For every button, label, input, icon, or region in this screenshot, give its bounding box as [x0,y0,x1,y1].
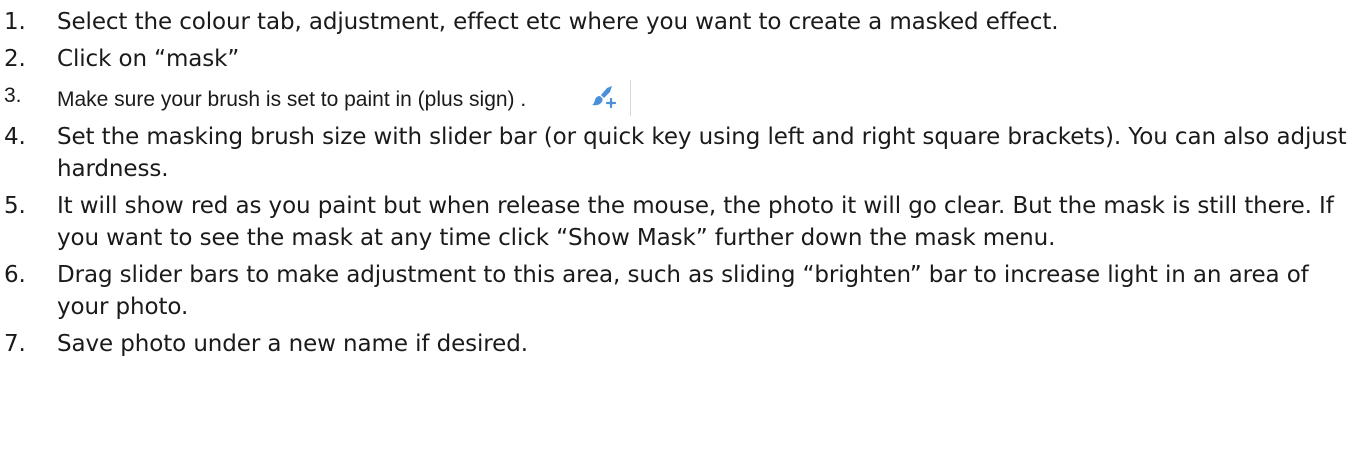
instruction-list: 1. Select the colour tab, adjustment, ef… [0,6,1350,365]
step-number: 5. [4,193,26,219]
step-text: Set the masking brush size with slider b… [57,124,1347,182]
step-7: 7. Save photo under a new name if desire… [0,328,1350,360]
step-text: Make sure your brush is set to paint in … [57,88,527,111]
paint-in-brush-button[interactable] [584,80,632,116]
step-3: 3. Make sure your brush is set to paint … [0,80,1350,116]
step-number: 6. [4,262,26,288]
step-text: Click on “mask” [57,46,240,72]
step-2: 2. Click on “mask” [0,43,1350,75]
step-number: 1. [4,9,26,35]
step-number: 4. [4,124,26,150]
step-text: Select the colour tab, adjustment, effec… [57,9,1059,35]
brush-plus-icon [592,86,617,109]
step-text: Save photo under a new name if desired. [57,331,528,357]
step-number: 3. [4,84,22,107]
step-6: 6. Drag slider bars to make adjustment t… [0,259,1350,323]
step-number: 7. [4,331,26,357]
step-text: Drag slider bars to make adjustment to t… [57,262,1309,320]
step-5: 5. It will show red as you paint but whe… [0,190,1350,254]
step-1: 1. Select the colour tab, adjustment, ef… [0,6,1350,38]
step-4: 4. Set the masking brush size with slide… [0,121,1350,185]
step-text: It will show red as you paint but when r… [57,193,1334,251]
step-number: 2. [4,46,26,72]
